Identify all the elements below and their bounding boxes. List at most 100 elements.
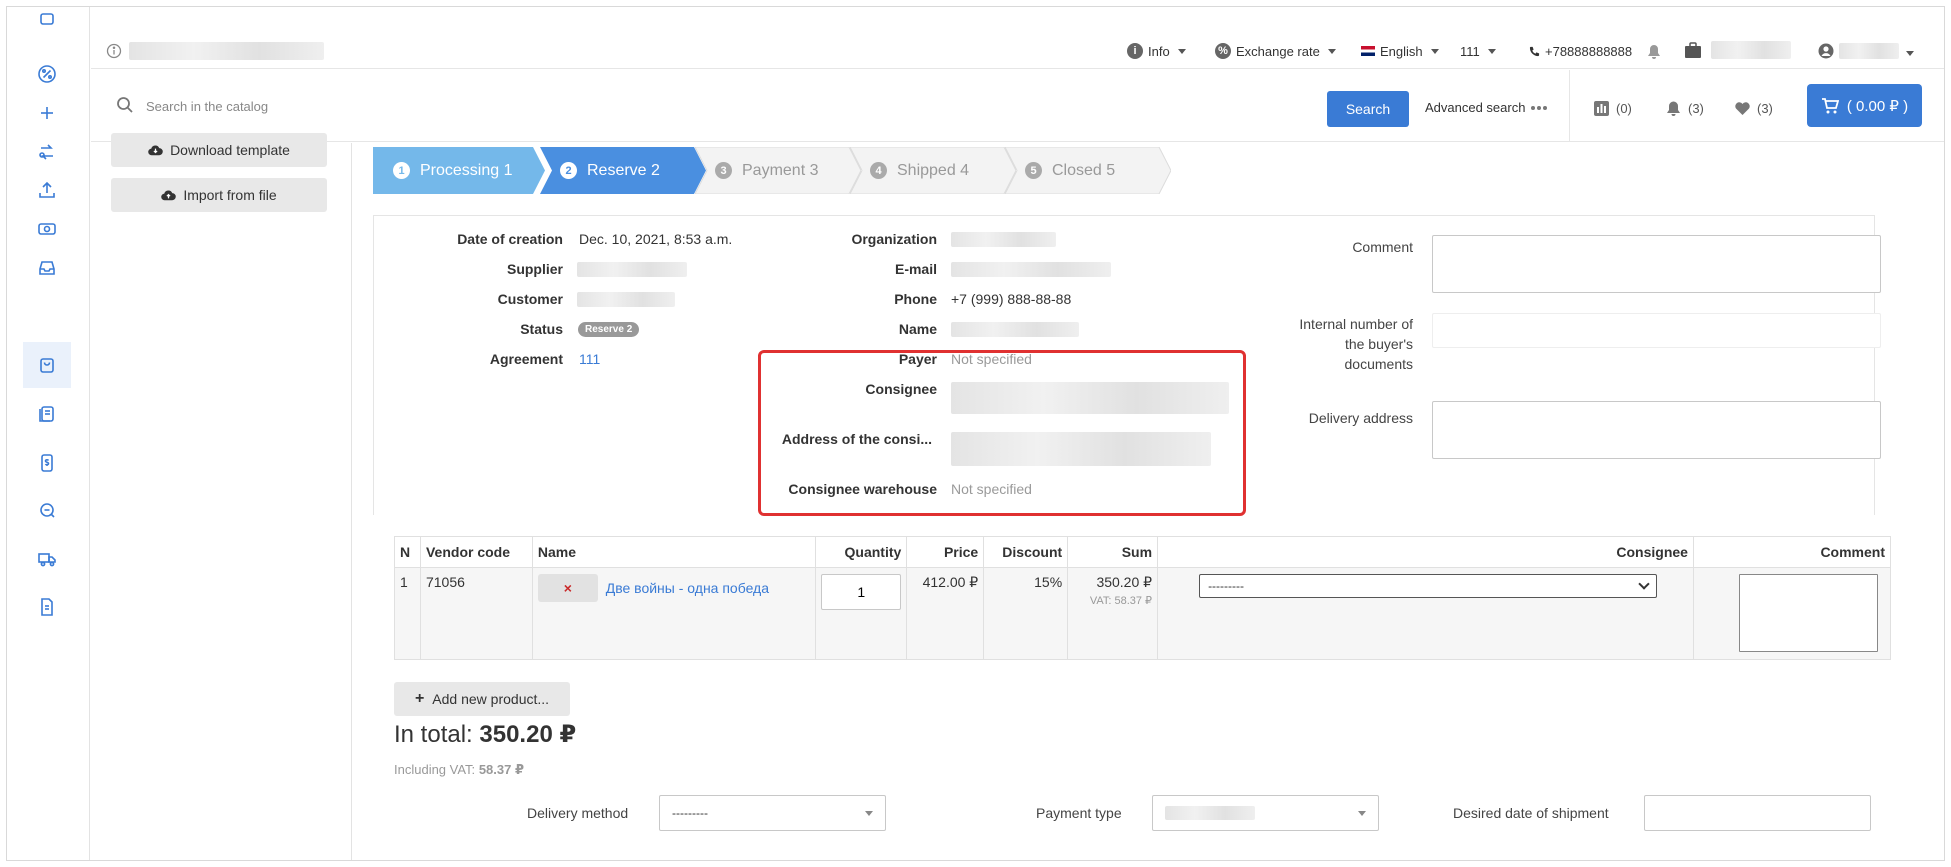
product-name-link[interactable]: Две войны - одна победа [606, 580, 769, 596]
language-menu[interactable]: English [1361, 41, 1439, 61]
vat-value: VAT: 58.37 ₽ [1089, 595, 1153, 607]
internal-number-label: Internal number of the buyer's documents [1277, 314, 1413, 374]
chevron-down-icon[interactable] [1906, 51, 1914, 56]
left-panel: Download template Import from file [91, 133, 352, 860]
advanced-search-label: Advanced search [1425, 100, 1526, 115]
shopping-bag-icon [40, 358, 54, 373]
favorites-count: (3) [1757, 101, 1773, 116]
delivery-method-label: Delivery method [527, 805, 629, 821]
delivery-method-select[interactable]: --------- [659, 795, 886, 831]
desired-date-input[interactable] [1644, 795, 1871, 831]
download-template-button[interactable]: Download template [111, 133, 327, 167]
highlight-box [758, 350, 1246, 516]
import-from-file-button[interactable]: Import from file [111, 178, 327, 212]
bell-icon [1667, 101, 1680, 116]
table-row: 1 71056 × Две войны - одна победа 412.00… [394, 567, 1892, 660]
plus-icon [41, 107, 53, 119]
info-icon: i [1127, 43, 1143, 59]
rail-item-inbox[interactable] [23, 245, 71, 291]
exchange-rate-menu[interactable]: % Exchange rate [1215, 41, 1336, 61]
quantity-input[interactable] [821, 574, 902, 610]
uk-flag-icon [1361, 46, 1375, 56]
vat-total-value: 58.37 ₽ [478, 762, 525, 777]
supplier-label: Supplier [506, 261, 563, 277]
cart-button[interactable]: ( 0.00 ₽ ) [1807, 84, 1922, 127]
desired-date-label: Desired date of shipment [1453, 805, 1609, 821]
exchange-rate-label: Exchange rate [1236, 43, 1320, 59]
sum-value: 350.20 ₽ [1096, 574, 1153, 590]
chevron-down-icon [1327, 48, 1336, 54]
chevron-down-icon [1177, 48, 1186, 54]
heart-icon [1735, 102, 1750, 115]
favorites-counter[interactable]: (3) [1734, 100, 1773, 117]
search-button[interactable]: Search [1327, 91, 1409, 127]
step-payment[interactable]: 3 Payment 3 [695, 147, 861, 194]
rail-item-top[interactable] [23, 9, 71, 35]
download-template-label: Download template [170, 142, 290, 158]
add-new-product-button[interactable]: + Add new product... [394, 682, 570, 716]
step-reserve[interactable]: 2 Reserve 2 [540, 147, 706, 194]
notifications-counter[interactable]: (3) [1665, 100, 1704, 117]
delivery-method-value: --------- [672, 806, 708, 820]
search-icon [117, 97, 133, 113]
file-text-icon [41, 598, 53, 616]
cell-vendor-code: 71056 [419, 567, 533, 660]
advanced-search-link[interactable]: Advanced search [1425, 100, 1548, 115]
info-menu[interactable]: i Info [1127, 41, 1186, 61]
divider [1569, 70, 1570, 142]
payment-type-select[interactable] [1152, 795, 1379, 831]
step-processing[interactable]: 1 Processing 1 [373, 147, 545, 194]
agreement-menu[interactable]: 111 [1460, 41, 1496, 61]
step-label: Payment 3 [742, 161, 819, 179]
delivery-address-textarea[interactable] [1432, 401, 1881, 459]
header-name: Name [531, 536, 817, 568]
compare-count: (0) [1616, 101, 1632, 116]
step-number: 2 [560, 162, 577, 179]
vat-total: Including VAT: 58.37 ₽ [394, 762, 524, 778]
rail-item-reports[interactable] [23, 584, 71, 630]
step-label: Shipped 4 [897, 161, 970, 179]
search-input[interactable] [146, 92, 1166, 120]
rail-item-orders[interactable] [23, 342, 71, 388]
bell-icon[interactable] [1647, 44, 1661, 60]
add-new-product-label: Add new product... [432, 691, 550, 707]
step-label: Closed 5 [1052, 161, 1116, 179]
cloud-upload-icon [161, 190, 177, 200]
customer-label: Customer [497, 291, 563, 307]
briefcase-icon[interactable] [1684, 42, 1702, 59]
step-closed[interactable]: 5 Closed 5 [1005, 147, 1171, 194]
user-circle-icon[interactable] [1818, 43, 1834, 59]
compare-counter[interactable]: (0) [1593, 100, 1632, 117]
status-badge: Reserve 2 [578, 322, 640, 337]
phone-contact[interactable]: +78888888888 [1529, 41, 1632, 61]
status-label: Status [520, 321, 563, 337]
cell-name: × Две войны - одна победа [531, 567, 817, 660]
row-comment-textarea[interactable] [1738, 574, 1878, 652]
import-from-file-label: Import from file [183, 187, 277, 203]
phone-label: Phone [894, 291, 937, 307]
header-price: Price [906, 536, 985, 568]
header-consignee: Consignee [1157, 536, 1694, 568]
comment-textarea[interactable] [1432, 235, 1881, 293]
email-label: E-mail [894, 261, 937, 277]
rail-item-catalog[interactable] [23, 391, 71, 437]
info-circle-icon[interactable] [106, 43, 122, 59]
internal-number-input[interactable] [1432, 313, 1881, 348]
name-value-redacted [951, 322, 1079, 337]
cell-price: 412.00 ₽ [906, 567, 985, 660]
app-window: i Info % Exchange rate English 111 +7888… [6, 6, 1945, 861]
consignee-select[interactable]: --------- [1199, 574, 1658, 598]
agreement-link[interactable]: 111 [579, 351, 600, 367]
step-shipped[interactable]: 4 Shipped 4 [850, 147, 1016, 194]
chevron-down-icon [1487, 48, 1496, 54]
date-of-creation-value: Dec. 10, 2021, 8:53 a.m. [579, 231, 733, 247]
rail-item-delivery[interactable] [23, 536, 71, 582]
remove-product-button[interactable]: × [537, 574, 598, 602]
rail-item-support[interactable] [23, 488, 71, 534]
upload-icon [39, 181, 55, 198]
step-number: 5 [1025, 162, 1042, 179]
site-name-redacted [129, 42, 324, 60]
rail-item-invoices[interactable] [23, 440, 71, 486]
plus-icon: + [414, 690, 425, 707]
consignee-select-value: --------- [1208, 579, 1245, 593]
